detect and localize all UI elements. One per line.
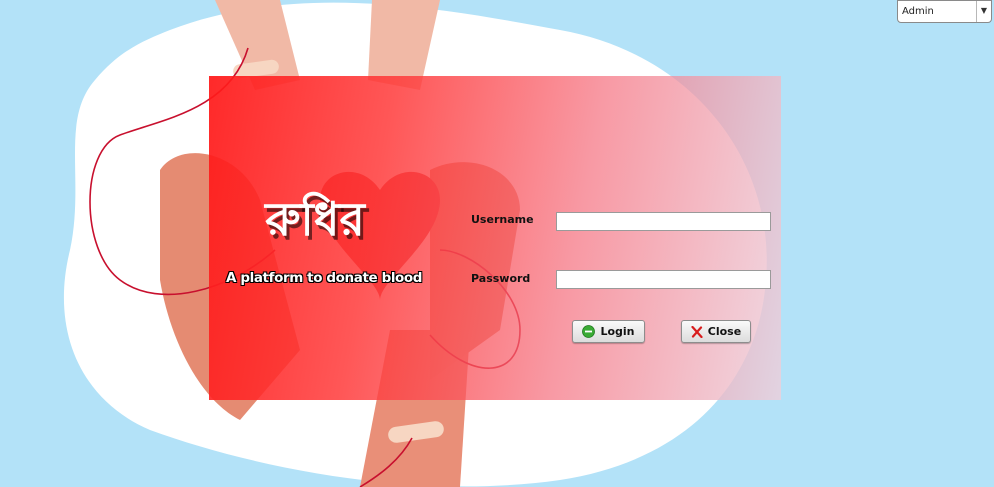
username-input[interactable]: [556, 212, 771, 231]
role-select-value: Admin: [902, 6, 934, 17]
chevron-down-icon[interactable]: ▼: [976, 1, 991, 22]
close-icon: [691, 325, 703, 338]
close-button-label: Close: [707, 325, 742, 338]
login-icon: [582, 325, 596, 338]
login-button[interactable]: Login: [572, 320, 645, 343]
login-panel: রুধির A platform to donate blood Usernam…: [209, 76, 781, 400]
brand-title: রুধির: [265, 192, 365, 246]
password-input[interactable]: [556, 270, 771, 289]
username-label: Username: [471, 213, 534, 226]
role-select[interactable]: Admin ▼: [897, 0, 992, 23]
password-label: Password: [471, 272, 531, 285]
brand-logo: রুধির: [209, 188, 421, 268]
brand-tagline: A platform to donate blood: [226, 270, 423, 286]
close-button[interactable]: Close: [681, 320, 751, 343]
login-button-label: Login: [600, 325, 635, 338]
